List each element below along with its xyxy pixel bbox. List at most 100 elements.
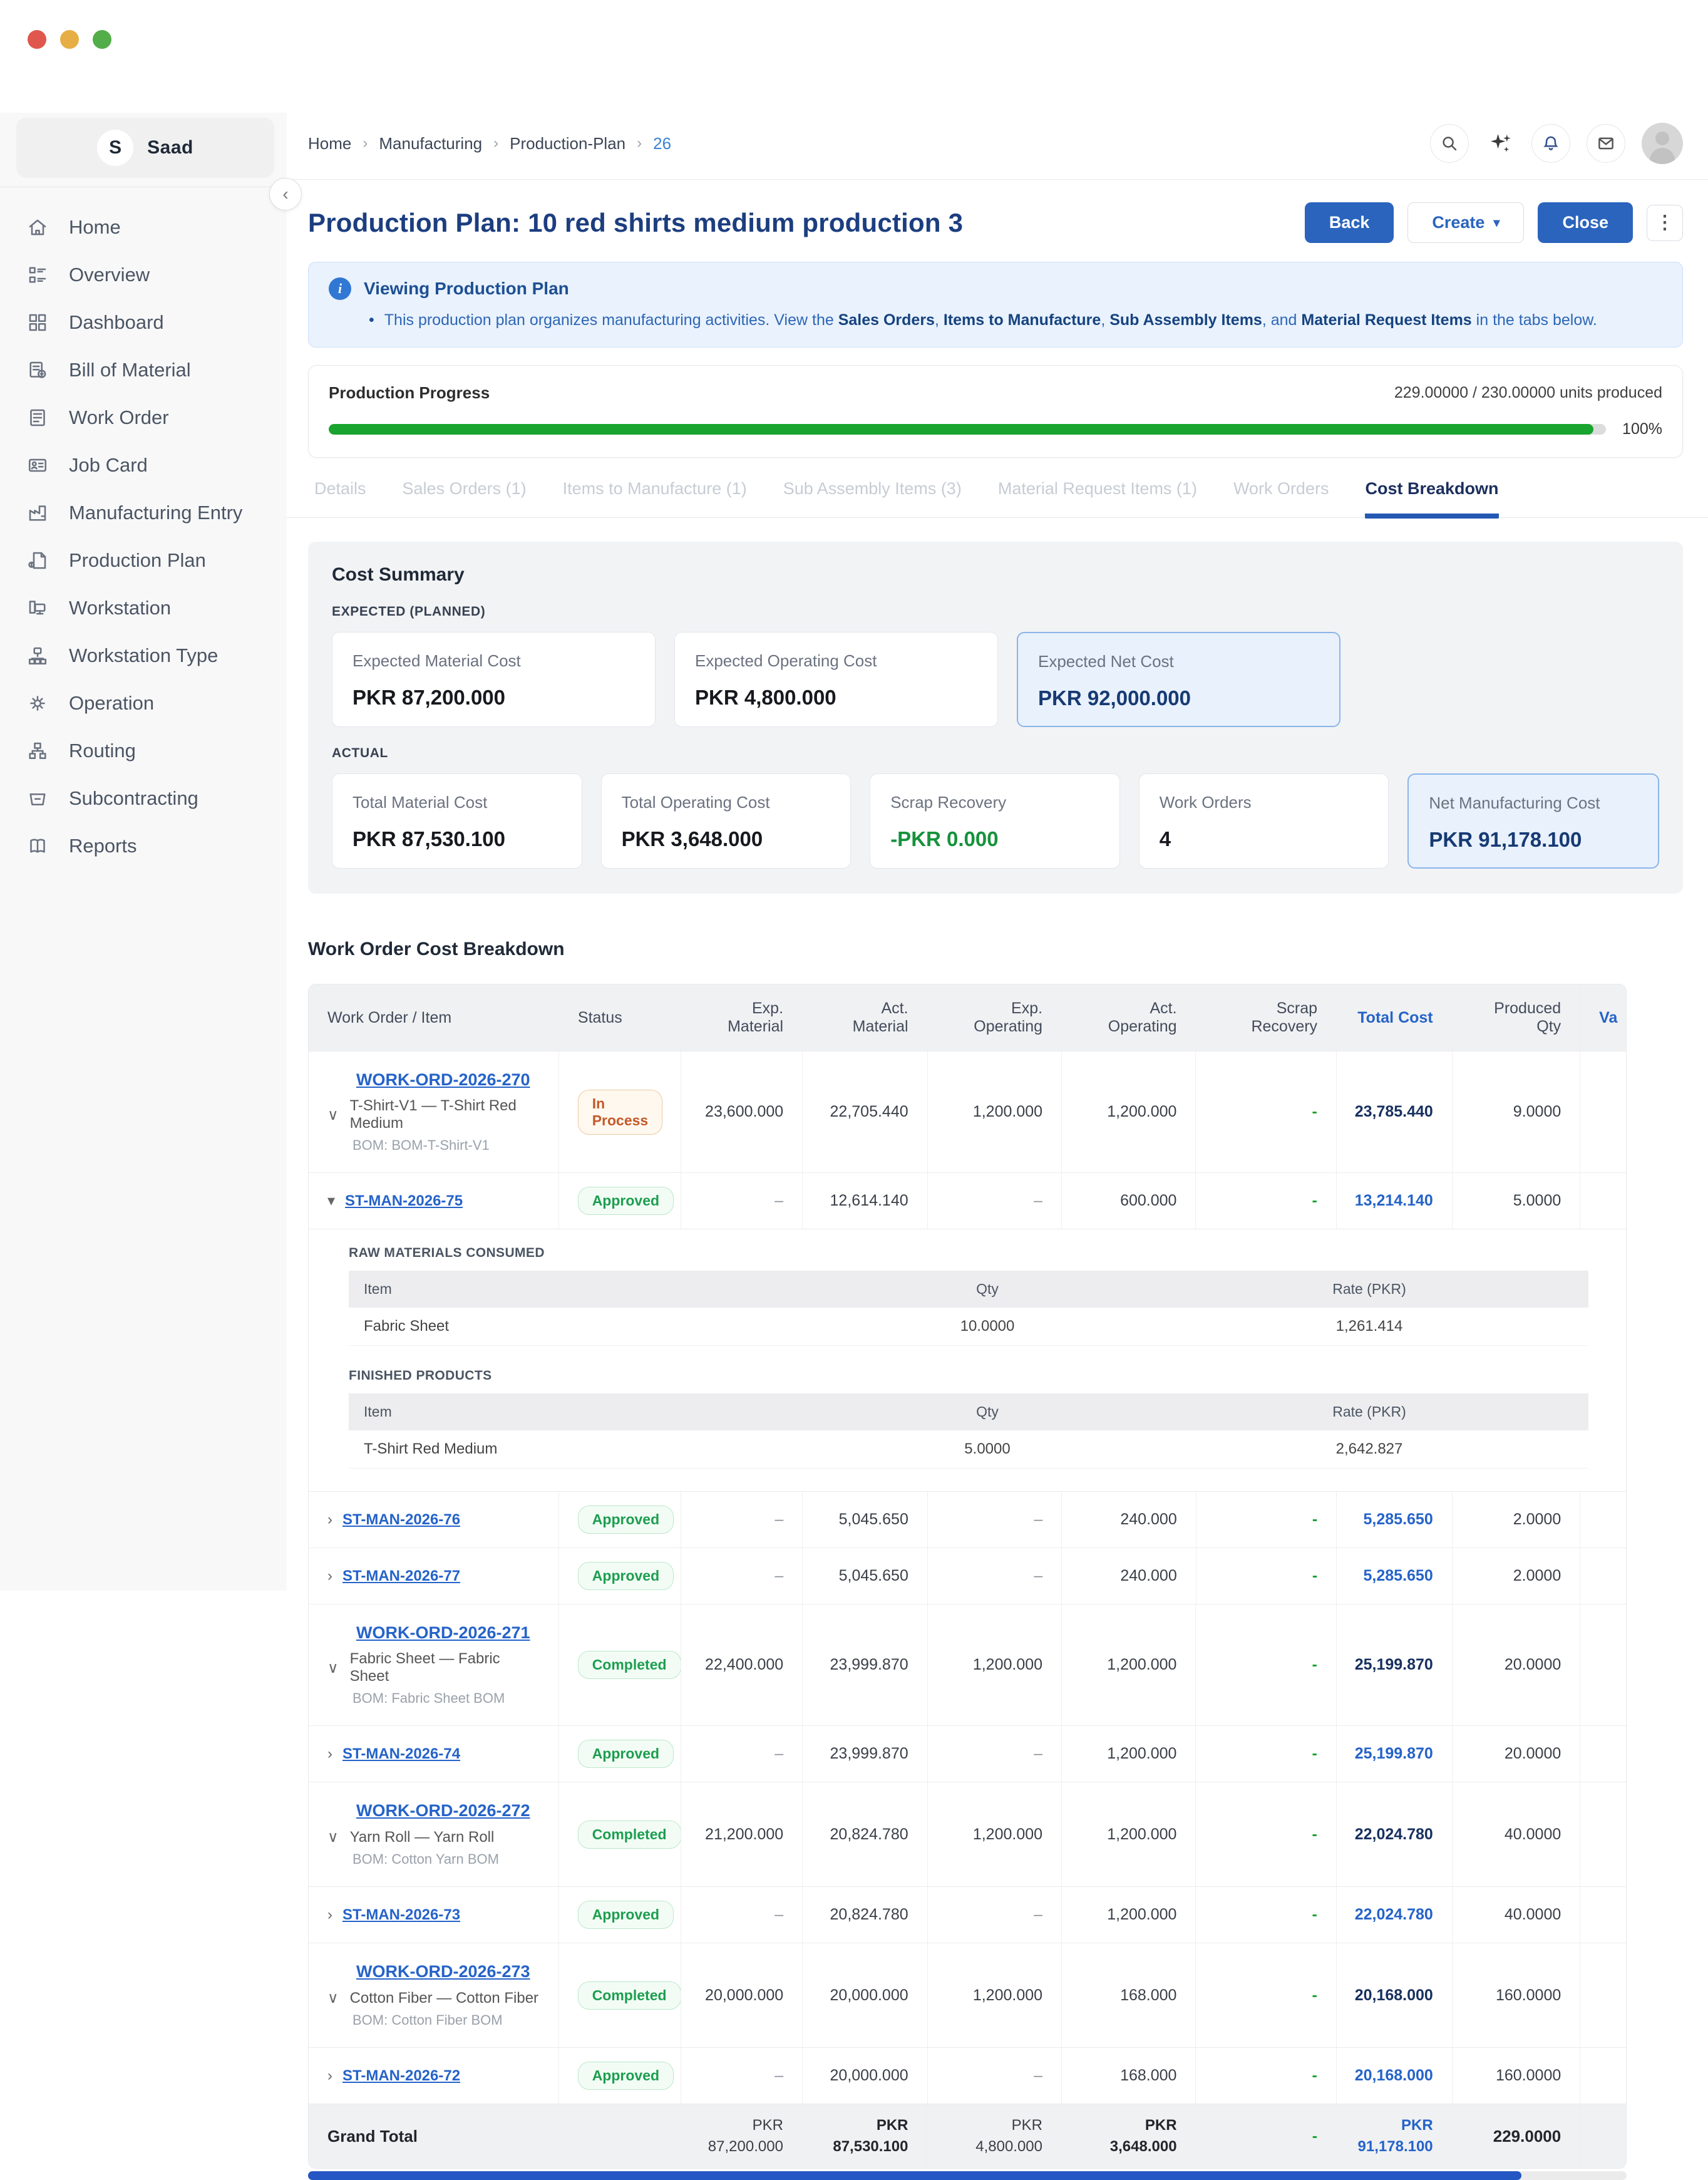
info-banner-title: Viewing Production Plan bbox=[364, 279, 569, 299]
produced-qty-cell: 40.0000 bbox=[1452, 1887, 1580, 1943]
produced-qty-cell: 2.0000 bbox=[1452, 1492, 1580, 1547]
stock-entry-link[interactable]: ST-MAN-2026-75 bbox=[345, 1192, 463, 1210]
sidebar-item-label: Bill of Material bbox=[69, 359, 191, 381]
column-header[interactable]: Work Order / Item bbox=[309, 984, 558, 1051]
sidebar-item-reports[interactable]: Reports bbox=[0, 822, 287, 870]
tab-sales-orders[interactable]: Sales Orders (1) bbox=[403, 479, 527, 517]
sidebar-item-manufacturing-entry[interactable]: Manufacturing Entry bbox=[0, 489, 287, 537]
breadcrumb-manufacturing[interactable]: Manufacturing bbox=[379, 134, 482, 153]
column-header[interactable]: Scrap Recovery bbox=[1196, 984, 1336, 1051]
stock-entry-link[interactable]: ST-MAN-2026-77 bbox=[342, 1568, 460, 1585]
card-value: PKR 87,530.100 bbox=[352, 827, 562, 851]
search-icon bbox=[1440, 134, 1459, 153]
table-row: ›ST-MAN-2026-76 Approved – 5,045.650 – 2… bbox=[309, 1491, 1627, 1547]
action-buttons: Back Create▾ Close ⋮ bbox=[1305, 202, 1683, 243]
chevron-down-icon[interactable]: ∨ bbox=[327, 1106, 339, 1124]
notifications-button[interactable] bbox=[1531, 124, 1570, 163]
expected-material-cost-card: Expected Material Cost PKR 87,200.000 bbox=[332, 632, 656, 727]
stock-entry-link[interactable]: ST-MAN-2026-76 bbox=[342, 1511, 460, 1529]
search-button[interactable] bbox=[1430, 124, 1469, 163]
close-window-icon[interactable] bbox=[28, 30, 46, 49]
chevron-right-icon[interactable]: › bbox=[327, 2067, 332, 2085]
user-card[interactable]: S Saad bbox=[16, 118, 274, 178]
create-button[interactable]: Create▾ bbox=[1407, 202, 1524, 243]
tab-cost-breakdown[interactable]: Cost Breakdown bbox=[1365, 479, 1498, 519]
sidebar-item-production-plan[interactable]: Production Plan bbox=[0, 537, 287, 584]
tab-sub-assembly-items[interactable]: Sub Assembly Items (3) bbox=[783, 479, 962, 517]
breadcrumb-home[interactable]: Home bbox=[308, 134, 351, 153]
act-material-cell: 20,824.780 bbox=[802, 1887, 927, 1943]
sidebar-item-home[interactable]: Home bbox=[0, 204, 287, 251]
column-header[interactable]: Exp. Material bbox=[680, 984, 802, 1051]
column-header[interactable]: Va bbox=[1580, 984, 1627, 1051]
stock-entry-link[interactable]: ST-MAN-2026-74 bbox=[342, 1745, 460, 1763]
work-order-link[interactable]: WORK-ORD-2026-272 bbox=[356, 1801, 540, 1821]
sidebar-item-job-card[interactable]: Job Card bbox=[0, 442, 287, 489]
card-value: PKR 3,648.000 bbox=[622, 827, 831, 851]
profile-avatar[interactable] bbox=[1642, 123, 1683, 164]
card-value: PKR 4,800.000 bbox=[695, 686, 977, 710]
chevron-expanded-icon[interactable]: ▾ bbox=[327, 1192, 335, 1210]
banner-text-bold: Sales Orders bbox=[838, 311, 935, 329]
act-material-cell: 20,000.000 bbox=[802, 1943, 927, 2047]
horizontal-scrollbar[interactable] bbox=[308, 2171, 1627, 2180]
breadcrumb-production-plan[interactable]: Production-Plan bbox=[510, 134, 625, 153]
sidebar-item-subcontracting[interactable]: Subcontracting bbox=[0, 775, 287, 822]
column-header[interactable]: Exp. Operating bbox=[927, 984, 1062, 1051]
sidebar-item-workstation[interactable]: Workstation bbox=[0, 584, 287, 632]
chevron-down-icon[interactable]: ∨ bbox=[327, 1989, 339, 2007]
finished-products-label: FINISHED PRODUCTS bbox=[349, 1368, 1623, 1383]
scrollbar-thumb[interactable] bbox=[308, 2171, 1521, 2180]
produced-qty-cell: 5.0000 bbox=[1452, 1173, 1580, 1229]
stock-entry-link[interactable]: ST-MAN-2026-72 bbox=[342, 2067, 460, 2085]
column-header[interactable]: Act. Material bbox=[802, 984, 927, 1051]
banner-text-bold: Sub Assembly Items bbox=[1109, 311, 1262, 329]
tab-details[interactable]: Details bbox=[314, 479, 366, 517]
chevron-right-icon[interactable]: › bbox=[327, 1745, 332, 1763]
maximize-window-icon[interactable] bbox=[93, 30, 111, 49]
act-operating-cell: 600.000 bbox=[1061, 1173, 1195, 1229]
stock-entry-link[interactable]: ST-MAN-2026-73 bbox=[342, 1906, 460, 1924]
sidebar-item-overview[interactable]: Overview bbox=[0, 251, 287, 299]
progress-units: 229.00000 / 230.00000 units produced bbox=[1394, 384, 1662, 402]
ai-sparkle-button[interactable] bbox=[1485, 128, 1515, 158]
sub-item-cell: Fabric Sheet bbox=[349, 1308, 825, 1345]
chevron-right-icon[interactable]: › bbox=[327, 1511, 332, 1529]
grand-total-exp-operating: PKR4,800.000 bbox=[927, 2104, 1061, 2168]
chevron-down-icon[interactable]: ∨ bbox=[327, 1659, 339, 1677]
act-operating-cell: 1,200.000 bbox=[1061, 1887, 1195, 1943]
tab-items-to-manufacture[interactable]: Items to Manufacture (1) bbox=[563, 479, 747, 517]
avatar-person-icon bbox=[1655, 132, 1669, 145]
sidebar-item-routing[interactable]: Routing bbox=[0, 727, 287, 775]
sidebar-item-operation[interactable]: Operation bbox=[0, 679, 287, 727]
work-order-link[interactable]: WORK-ORD-2026-271 bbox=[356, 1623, 540, 1643]
sub-column-header: Qty bbox=[825, 1393, 1150, 1430]
work-order-link[interactable]: WORK-ORD-2026-273 bbox=[356, 1962, 540, 1981]
column-header[interactable]: Status bbox=[558, 984, 681, 1051]
minimize-window-icon[interactable] bbox=[60, 30, 79, 49]
chevron-right-icon[interactable]: › bbox=[327, 1906, 332, 1924]
mail-button[interactable] bbox=[1587, 124, 1625, 163]
sidebar-item-work-order[interactable]: Work Order bbox=[0, 394, 287, 442]
sidebar-item-bill-of-material[interactable]: Bill of Material bbox=[0, 346, 287, 394]
column-header[interactable]: Total Cost bbox=[1336, 984, 1452, 1051]
overview-icon bbox=[25, 262, 50, 287]
sidebar-item-dashboard[interactable]: Dashboard bbox=[0, 299, 287, 346]
more-options-button[interactable]: ⋮ bbox=[1647, 205, 1683, 241]
column-header[interactable]: Produced Qty bbox=[1452, 984, 1580, 1051]
work-order-link[interactable]: WORK-ORD-2026-270 bbox=[356, 1070, 540, 1090]
chevron-right-icon[interactable]: › bbox=[327, 1568, 332, 1585]
sidebar-collapse-button[interactable]: ‹ bbox=[269, 178, 302, 210]
work-order-icon bbox=[25, 405, 50, 430]
sub-qty-cell: 10.0000 bbox=[825, 1308, 1150, 1345]
column-header[interactable]: Act. Operating bbox=[1061, 984, 1196, 1051]
tab-material-request-items[interactable]: Material Request Items (1) bbox=[998, 479, 1197, 517]
back-button[interactable]: Back bbox=[1305, 202, 1394, 243]
scrap-recovery-cell: - bbox=[1195, 2048, 1335, 2104]
chevron-down-icon[interactable]: ∨ bbox=[327, 1828, 339, 1846]
expected-net-cost-card: Expected Net Cost PKR 92,000.000 bbox=[1017, 632, 1340, 727]
close-button[interactable]: Close bbox=[1538, 202, 1633, 243]
sidebar-item-workstation-type[interactable]: Workstation Type bbox=[0, 632, 287, 679]
sidebar: S Saad Home Overview Dashboard Bill of M… bbox=[0, 113, 287, 1591]
tab-work-orders[interactable]: Work Orders bbox=[1233, 479, 1329, 517]
